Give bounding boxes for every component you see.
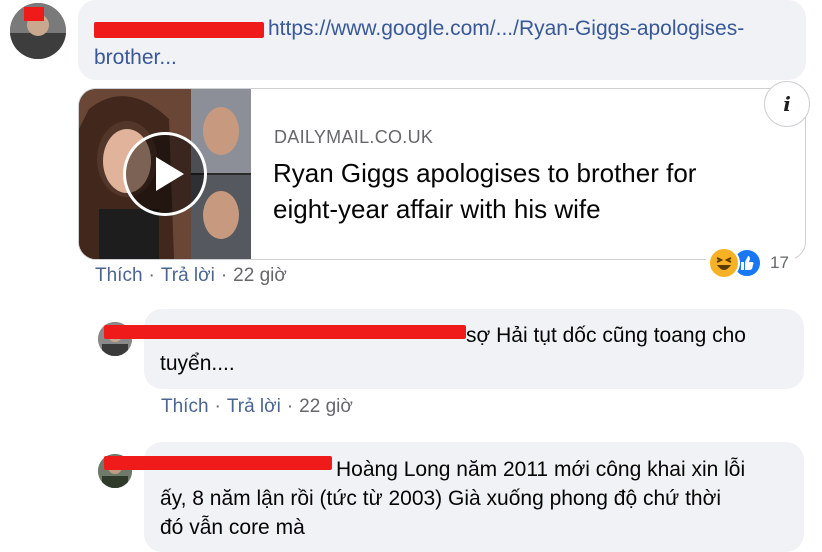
preview-thumbnail[interactable] [79, 89, 251, 259]
reply-button[interactable]: Trả lời [227, 396, 281, 417]
haha-icon [708, 247, 740, 279]
reply-text-line2: ấy, 8 năm lận rồi (tức từ 2003) Già xuốn… [160, 487, 722, 510]
info-icon[interactable]: i [764, 81, 810, 127]
like-button[interactable]: Thích [161, 396, 209, 417]
reply-text-line2: tuyển.... [160, 352, 235, 375]
link-preview-card[interactable]: DAILYMAIL.CO.UK Ryan Giggs apologises to… [78, 88, 806, 260]
reply-button[interactable]: Trả lời [161, 265, 215, 286]
redacted-author-name[interactable] [94, 22, 264, 38]
play-video-icon[interactable] [123, 132, 207, 216]
preview-headline-line1[interactable]: Ryan Giggs apologises to brother for [273, 155, 696, 191]
preview-headline-line2[interactable]: eight-year affair with his wife [273, 191, 601, 227]
preview-domain: DAILYMAIL.CO.UK [274, 127, 434, 147]
commenter-avatar[interactable] [10, 3, 66, 59]
reply-text-line1: Hoàng Long năm 2011 mới công khai xin lỗ… [336, 458, 746, 481]
reply-actions: Thích · Trả lời · 22 giờ [161, 396, 353, 417]
redacted-author-name[interactable] [104, 456, 332, 470]
shared-link-continued[interactable]: brother... [94, 43, 177, 72]
shared-link[interactable]: https://www.google.com/.../Ryan-Giggs-ap… [268, 14, 744, 43]
like-button[interactable]: Thích [95, 265, 143, 286]
reaction-count: 17 [770, 253, 789, 272]
redacted-author-name[interactable] [104, 325, 466, 339]
reply-text-line1: sợ Hải tụt dốc cũng toang cho [466, 324, 746, 347]
reply-text-line3: đó vẫn core mà [160, 516, 305, 539]
comment-actions: Thích · Trả lời · 22 giờ [95, 265, 287, 286]
timestamp[interactable]: 22 giờ [299, 396, 353, 417]
reactions-summary[interactable]: 17 [706, 245, 795, 281]
timestamp[interactable]: 22 giờ [233, 265, 287, 286]
